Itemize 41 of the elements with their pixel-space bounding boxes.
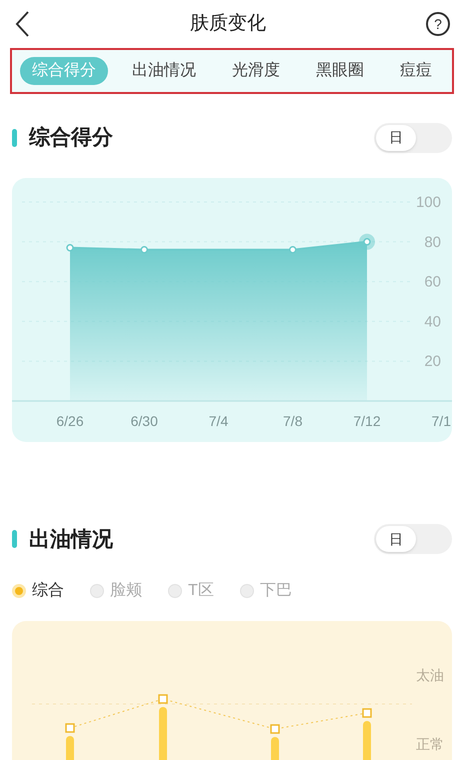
x-tick-label: 6/30 xyxy=(130,412,158,428)
tab[interactable]: 出油情况 xyxy=(120,57,208,85)
period-toggle[interactable]: 日 xyxy=(374,122,452,153)
data-point xyxy=(289,246,296,253)
y-tick-label: 100 xyxy=(416,194,441,210)
x-tick-label: 7/12 xyxy=(353,412,381,428)
section-title: 综合得分 xyxy=(29,125,113,151)
radio-option[interactable]: 综合 xyxy=(12,579,64,603)
data-point xyxy=(363,238,371,246)
data-point xyxy=(66,244,74,252)
y-tick-label: 60 xyxy=(424,273,441,290)
period-toggle[interactable]: 日 xyxy=(374,524,452,554)
day-option[interactable]: 日 xyxy=(376,124,416,151)
radio-label: T区 xyxy=(188,581,214,601)
data-point xyxy=(140,246,148,253)
x-tick-label: 7/8 xyxy=(283,412,302,428)
y-tick-label: 40 xyxy=(424,312,441,330)
help-button[interactable]: ? xyxy=(426,12,450,36)
tab[interactable]: 光滑度 xyxy=(220,57,292,85)
x-tick-label: 7/1 xyxy=(432,412,451,428)
page-title: 肤质变化 xyxy=(190,12,266,36)
level-label: 正常 xyxy=(416,735,444,754)
x-tick-label: 7/4 xyxy=(208,412,228,428)
section-title: 出油情况 xyxy=(29,526,113,552)
radio-icon xyxy=(12,584,26,598)
tab[interactable]: 痘痘 xyxy=(388,57,444,85)
radio-label: 综合 xyxy=(32,580,64,601)
accent-bar xyxy=(12,128,17,147)
radio-icon xyxy=(90,584,104,598)
radio-icon xyxy=(240,584,254,598)
accent-bar xyxy=(12,530,17,548)
back-icon[interactable] xyxy=(14,10,30,38)
y-tick-label: 80 xyxy=(424,233,441,250)
radio-label: 下巴 xyxy=(260,581,292,601)
radio-label: 脸颊 xyxy=(110,581,142,601)
tab[interactable]: 黑眼圈 xyxy=(304,57,376,85)
x-tick-label: 6/26 xyxy=(56,412,84,428)
level-label: 太油 xyxy=(416,666,444,685)
radio-icon xyxy=(168,584,182,598)
day-option[interactable]: 日 xyxy=(376,526,416,552)
y-tick-label: 20 xyxy=(424,352,441,370)
